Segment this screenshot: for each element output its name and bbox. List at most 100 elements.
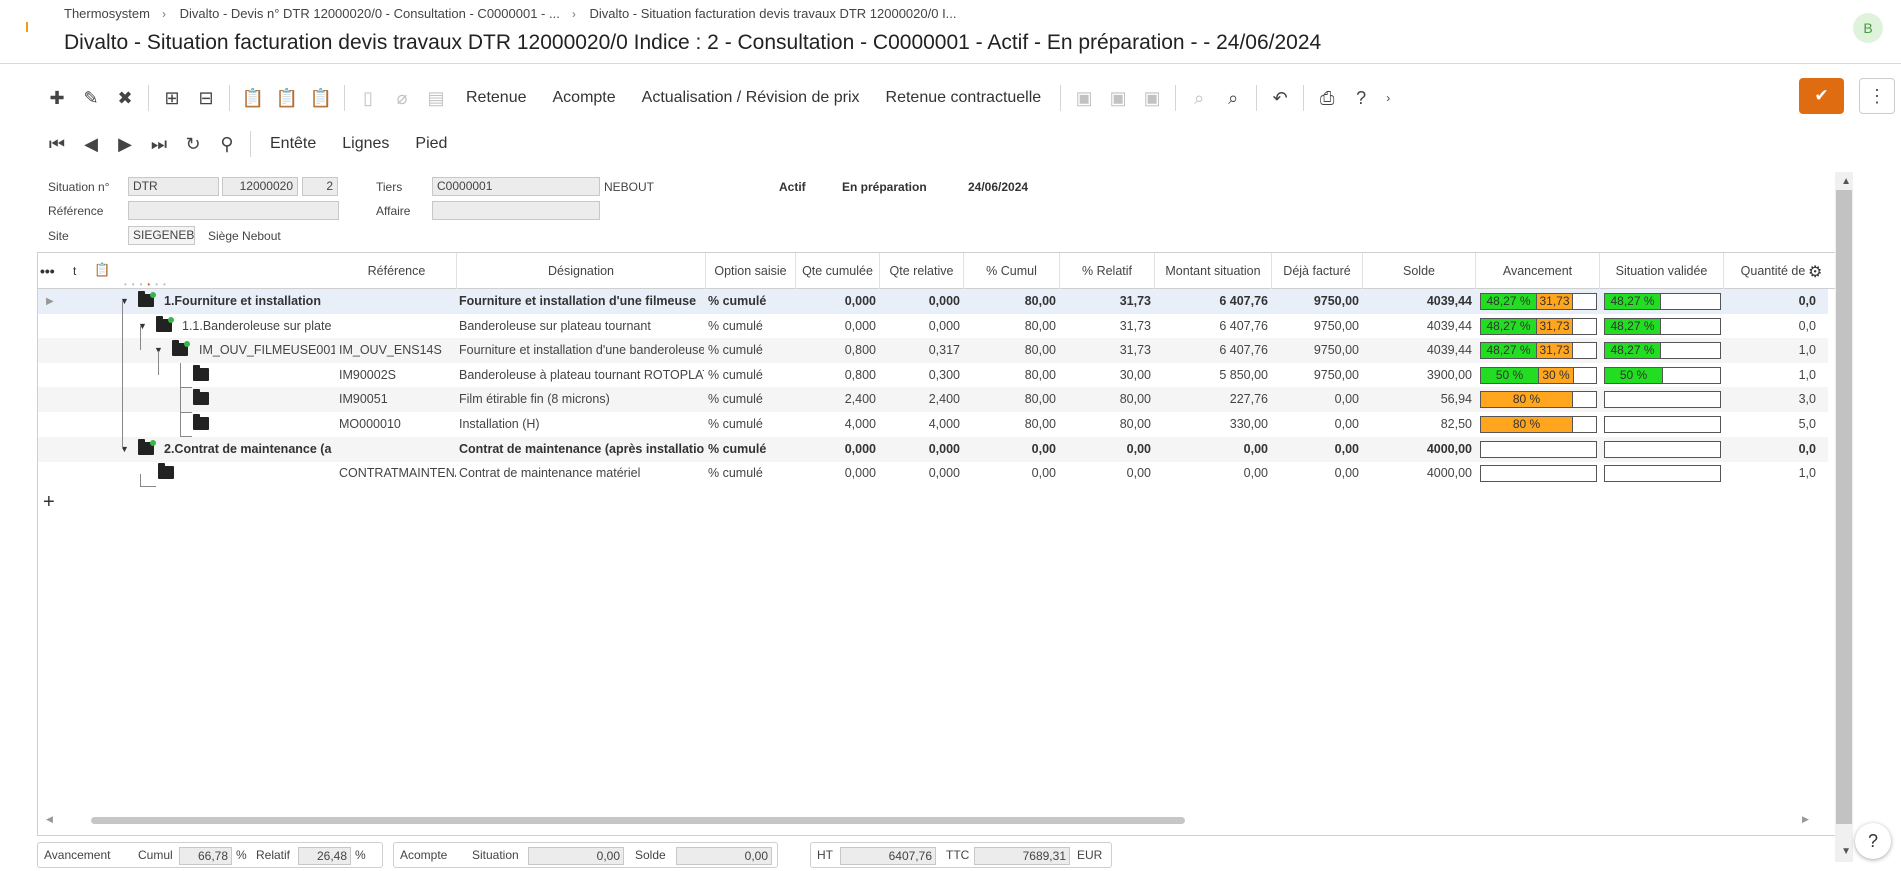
expand-all-icon[interactable]: ⊞ [155, 83, 189, 113]
tree-node-label[interactable]: 2.Contrat de maintenance (a [164, 437, 335, 462]
help-icon[interactable]: ? [1344, 83, 1378, 113]
gear-icon[interactable]: ⚙ [1808, 262, 1822, 282]
percent-unit: % [355, 848, 366, 862]
table-row[interactable]: ▼ 2.Contrat de maintenance (a Contrat de m… [38, 436, 1828, 462]
level-dots[interactable]: •••••• [124, 280, 171, 289]
clipboard-icon[interactable]: 📋 [94, 262, 110, 278]
col-pct-cumul[interactable]: % Cumul [964, 253, 1060, 289]
table-row[interactable]: IM90002S Banderoleuse à plateau tournant … [38, 363, 1828, 388]
grid-filter-toggle[interactable]: t [73, 253, 76, 289]
scroll-right-icon[interactable]: ▶ [1802, 814, 1809, 825]
ttc-field[interactable]: 7689,31 [974, 847, 1070, 865]
next-icon[interactable]: ▶ [108, 129, 142, 159]
table-row[interactable]: ▶ ▼ 1.Fourniture et installation Fourniture… [38, 289, 1828, 314]
tiers-field[interactable]: C0000001 [432, 177, 600, 196]
previous-icon[interactable]: ◀ [74, 129, 108, 159]
scroll-left-icon[interactable]: ◀ [46, 814, 53, 825]
tree-guide-branch [180, 436, 192, 437]
undo-icon[interactable]: ↶ [1263, 83, 1297, 113]
zoom-in-icon[interactable]: ⌕ [1216, 83, 1250, 113]
refresh-icon[interactable]: ↻ [176, 129, 210, 159]
avatar[interactable]: B [1853, 13, 1883, 43]
edit-icon[interactable]: ✎ [74, 83, 108, 113]
more-options-button[interactable]: ⋮ [1859, 78, 1895, 114]
situation-type-field[interactable]: DTR [128, 177, 219, 196]
retenue-button[interactable]: Retenue [453, 89, 540, 107]
col-option-saisie[interactable]: Option saisie [706, 253, 796, 289]
tab-entete[interactable]: Entête [257, 135, 329, 153]
help-button[interactable]: ? [1855, 823, 1891, 859]
save-icon[interactable]: ▣ [1067, 83, 1101, 113]
cell-qc: 2,400 [844, 392, 876, 407]
clipboard-icon[interactable]: ▯ [351, 83, 385, 113]
save-icon[interactable]: ▣ [1135, 83, 1169, 113]
add-icon[interactable]: ✚ [40, 83, 74, 113]
acompte-label: Acompte [400, 848, 448, 862]
col-solde[interactable]: Solde [1363, 253, 1476, 289]
situation-validee-progress-bar: 48,27 % [1604, 342, 1721, 360]
table-row[interactable]: CONTRATMAINTENANContrat de maintenance m… [38, 461, 1828, 486]
col-situation-validee[interactable]: Situation validée [1600, 253, 1724, 289]
col-reference[interactable]: Référence [337, 253, 457, 289]
search-icon[interactable]: ⌕ [1182, 83, 1216, 113]
print-icon[interactable]: ⎙ [1310, 83, 1344, 113]
reference-field[interactable] [128, 201, 339, 220]
breadcrumb-item[interactable]: Thermosystem [64, 6, 150, 21]
first-icon[interactable]: ⏮ [40, 129, 74, 159]
row-selector-icon[interactable]: ▶ [46, 289, 54, 314]
tab-pied[interactable]: Pied [402, 135, 460, 153]
situation-index-field[interactable]: 2 [302, 177, 338, 196]
binoculars-icon[interactable]: ⚲ [210, 129, 244, 159]
delete-icon[interactable]: ✖ [108, 83, 142, 113]
tree-guide-line [140, 474, 141, 486]
chevron-right-icon[interactable]: › [1378, 83, 1398, 113]
col-pct-relatif[interactable]: % Relatif [1060, 253, 1155, 289]
tree-node-label[interactable]: 1.Fourniture et installation [164, 289, 335, 314]
tree-node-label[interactable]: IM_OUV_FILMEUSE001 [199, 338, 335, 363]
table-row[interactable]: ▼ 1.1.Banderoleuse sur plate Banderoleuse … [38, 314, 1828, 339]
col-qte-cumulee[interactable]: Qte cumulée [796, 253, 880, 289]
scroll-down-icon[interactable]: ▼ [1841, 846, 1851, 857]
situation-number-field[interactable]: 12000020 [222, 177, 298, 196]
col-avancement[interactable]: Avancement [1476, 253, 1600, 289]
clipboard-icon[interactable]: ▤ [419, 83, 453, 113]
add-line-button[interactable]: + [43, 491, 55, 514]
acompte-solde-field[interactable]: 0,00 [676, 847, 772, 865]
collapse-all-icon[interactable]: ⊟ [189, 83, 223, 113]
attach-icon[interactable]: ⌀ [385, 83, 419, 113]
breadcrumb-item[interactable]: Divalto - Devis n° DTR 12000020/0 - Cons… [180, 6, 560, 21]
grid-menu-button[interactable]: ••• [40, 253, 55, 289]
last-icon[interactable]: ⏭ [142, 129, 176, 159]
table-row[interactable]: IM90051 Film étirable fin (8 microns) % cu… [38, 387, 1828, 413]
scroll-up-icon[interactable]: ▲ [1841, 176, 1851, 187]
cumul-field[interactable]: 66,78 [179, 847, 232, 865]
horizontal-scrollbar[interactable] [91, 817, 1185, 824]
side-menu-marker[interactable] [26, 22, 28, 32]
tree-node-label[interactable]: 1.1.Banderoleuse sur plate [182, 314, 335, 339]
col-montant-situation[interactable]: Montant situation [1155, 253, 1272, 289]
situation-validee-progress-bar [1604, 440, 1721, 458]
acompte-situation-field[interactable]: 0,00 [528, 847, 624, 865]
table-row[interactable]: ▼ IM_OUV_FILMEUSE001 IM_OUV_ENS14S Fournitu… [38, 338, 1828, 364]
col-deja-facture[interactable]: Déjà facturé [1272, 253, 1363, 289]
site-field[interactable]: SIEGENEB [128, 226, 195, 245]
affaire-field[interactable] [432, 201, 600, 220]
acompte-button[interactable]: Acompte [540, 89, 629, 107]
col-designation[interactable]: Désignation [457, 253, 706, 289]
table-row[interactable]: MO000010 Installation (H) % cumulé 4,000 4,0… [38, 412, 1828, 437]
breadcrumb-item[interactable]: Divalto - Situation facturation devis tr… [589, 6, 956, 21]
relatif-field[interactable]: 26,48 [298, 847, 351, 865]
vertical-scrollbar-thumb[interactable] [1836, 190, 1852, 824]
tab-lignes[interactable]: Lignes [329, 135, 402, 153]
situation-validee-progress-bar [1604, 391, 1721, 409]
copy-icon[interactable]: 📋 [270, 83, 304, 113]
actualisation-button[interactable]: Actualisation / Révision de prix [629, 89, 873, 107]
paste-icon[interactable]: 📋 [236, 83, 270, 113]
retenue-contractuelle-button[interactable]: Retenue contractuelle [873, 89, 1055, 107]
clipboard-icon[interactable]: 📋 [304, 83, 338, 113]
ht-field[interactable]: 6407,76 [840, 847, 936, 865]
validate-button[interactable]: ✔ [1799, 78, 1844, 114]
col-qte-relative[interactable]: Qte relative [880, 253, 964, 289]
save-icon[interactable]: ▣ [1101, 83, 1135, 113]
avancement-panel: Avancement Cumul 66,78 % Relatif 26,48 % [37, 842, 383, 868]
